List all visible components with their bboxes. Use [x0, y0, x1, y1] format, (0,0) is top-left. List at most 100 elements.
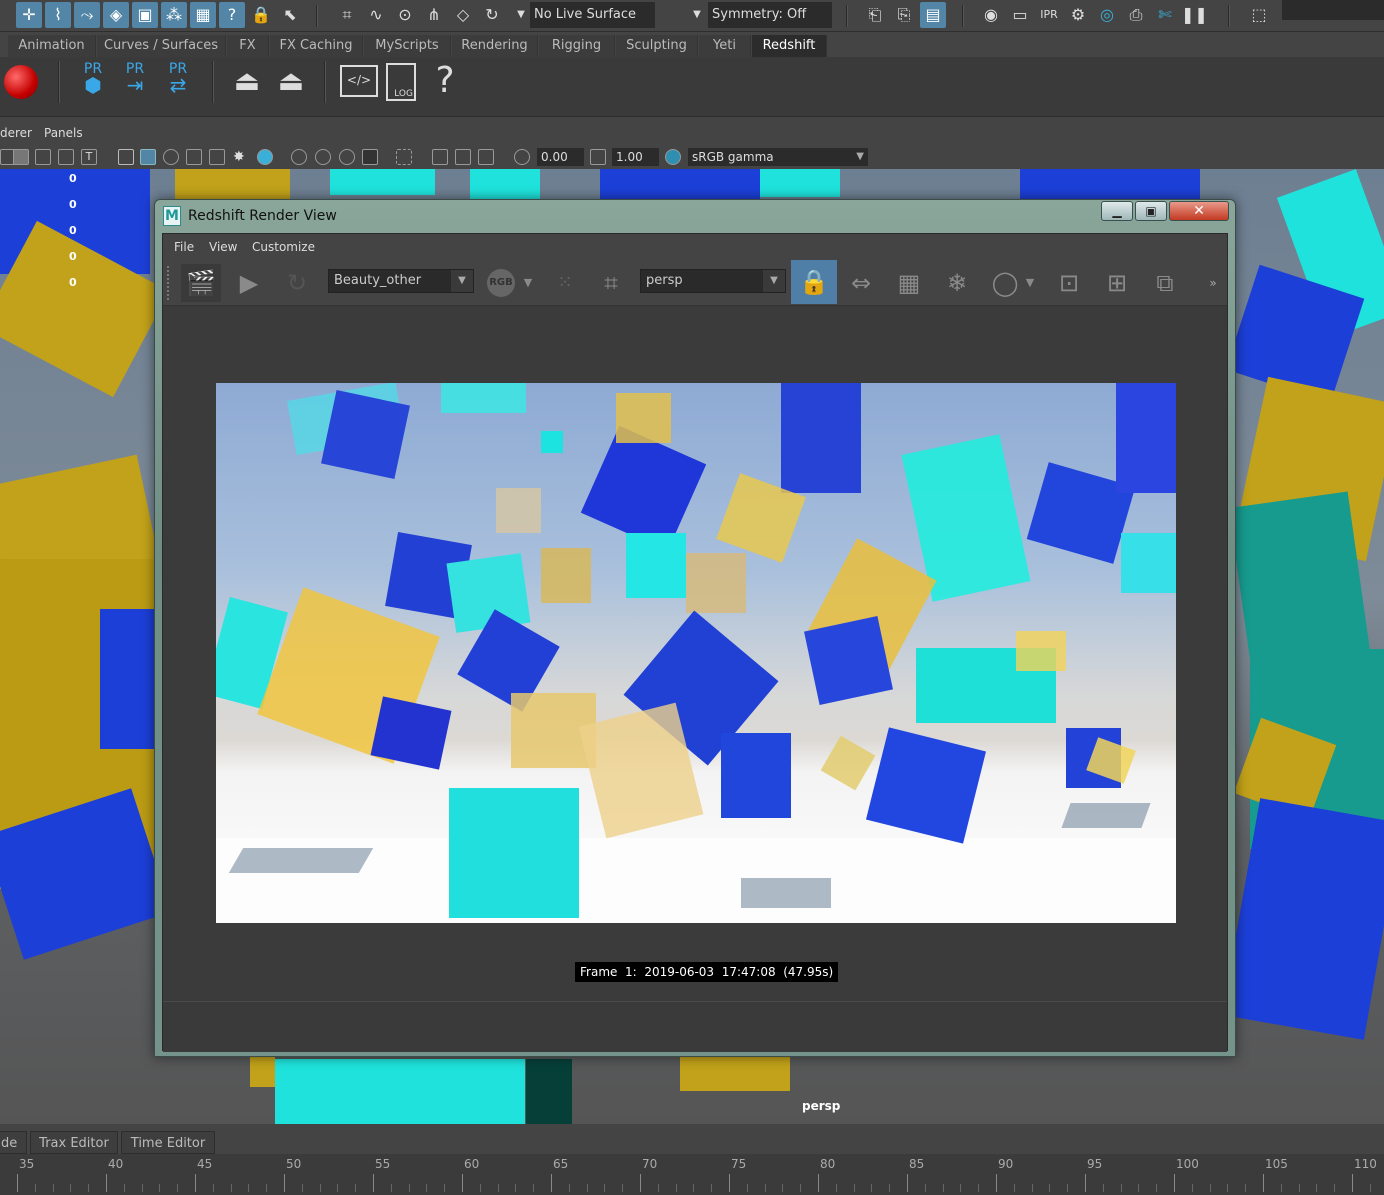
tab-trax-editor[interactable]: Trax Editor — [30, 1131, 118, 1154]
pr-render-button[interactable]: PR ⬢ — [76, 61, 110, 107]
maximize-button[interactable]: ▣ — [1135, 201, 1167, 221]
render-settings-icon[interactable]: ⚙ — [1065, 2, 1091, 28]
tab-mode[interactable]: de — [0, 1131, 27, 1154]
shelf-tab-redshift[interactable]: Redshift — [752, 35, 827, 57]
construction-history-icon[interactable]: ▤ — [920, 2, 946, 28]
record-icon[interactable] — [2, 61, 42, 107]
bake-icon[interactable]: ⏏ — [226, 61, 268, 107]
grid-tiles-icon[interactable]: ▦ — [893, 268, 925, 298]
depth-of-field-icon[interactable] — [362, 149, 378, 165]
play-icon[interactable]: ▶ — [233, 268, 265, 298]
lock-icon[interactable]: 🔒 — [248, 2, 274, 28]
log-icon[interactable]: LOG — [386, 61, 420, 107]
lock-camera-icon[interactable]: 🔒 — [791, 260, 837, 304]
toolbar-overflow-icon[interactable]: » — [1203, 268, 1223, 298]
chevron-down-icon[interactable]: ▼ — [684, 2, 710, 28]
tab-time-editor[interactable]: Time Editor — [121, 1131, 215, 1154]
render-batch-icon[interactable]: ⎙ — [1123, 2, 1149, 28]
render-view-icon[interactable]: ◉ — [978, 2, 1004, 28]
freeze-icon[interactable]: ❄ — [941, 268, 973, 298]
close-button[interactable]: ✕ — [1169, 201, 1229, 221]
component-mode-icon[interactable]: ▣ — [132, 2, 158, 28]
motion-blur-icon[interactable] — [315, 149, 331, 165]
render-stop-icon[interactable]: ✄ — [1152, 2, 1178, 28]
rgb-channel-icon[interactable]: RGB — [485, 268, 517, 298]
dots-grid-icon[interactable]: ⁙ — [549, 268, 581, 298]
shelf-tab-rigging[interactable]: Rigging — [539, 35, 615, 57]
pause-icon[interactable]: ❚❚ — [1181, 2, 1208, 28]
lasso-icon[interactable]: ⌇ — [45, 2, 71, 28]
text-icon[interactable]: T — [81, 149, 97, 165]
render-image[interactable] — [216, 383, 1176, 923]
shelf-tab-yeti[interactable]: Yeti — [699, 35, 751, 57]
chevron-down-icon[interactable]: ▼ — [519, 268, 537, 298]
object-mode-icon[interactable]: ⁂ — [161, 2, 187, 28]
menu-renderer[interactable]: derer — [0, 126, 32, 140]
sidebar-toggle-icon[interactable]: ⬚ — [1246, 2, 1272, 28]
xray-icon[interactable] — [432, 149, 448, 165]
symmetry-field[interactable]: Symmetry: Off — [708, 2, 832, 28]
paint-select-icon[interactable]: ⤳ — [74, 2, 100, 28]
chevron-down-icon[interactable]: ▼ — [1021, 268, 1039, 298]
xray-components-icon[interactable] — [478, 149, 494, 165]
help-icon[interactable]: ? — [428, 61, 462, 107]
input-ops-icon[interactable]: ⎗ — [862, 2, 888, 28]
pointer-icon[interactable]: ⬉ — [277, 2, 303, 28]
snap-surface-icon[interactable]: ↻ — [479, 2, 505, 28]
toolbar-grip[interactable] — [167, 266, 171, 300]
pr-sync-button[interactable]: PR ⇄ — [160, 61, 196, 107]
colorspace-select[interactable]: sRGB gamma ▼ — [688, 148, 868, 166]
isolate-select-icon[interactable] — [396, 149, 412, 165]
circle-icon[interactable]: ◯ — [989, 268, 1021, 298]
camera-icon[interactable] — [13, 149, 29, 165]
shadows-icon[interactable] — [257, 149, 273, 165]
snap-curve-icon[interactable]: ∿ — [363, 2, 389, 28]
menu-panels[interactable]: Panels — [44, 126, 83, 140]
copy-icon[interactable]: ⧉ — [1149, 268, 1181, 298]
shelf-tab-fx[interactable]: FX — [227, 35, 269, 57]
script-editor-icon[interactable]: </> — [340, 61, 380, 107]
menu-customize[interactable]: Customize — [252, 240, 315, 254]
help-select-icon[interactable]: ? — [219, 2, 245, 28]
crop-icon[interactable]: ⌗ — [595, 268, 627, 298]
bake-all-icon[interactable]: ⏏ — [270, 61, 312, 107]
wireframe-on-shaded-icon[interactable] — [163, 149, 179, 165]
minimize-button[interactable]: ▁ — [1101, 201, 1133, 221]
snapshot-camera-icon[interactable]: ⇔ — [845, 268, 877, 298]
snap-projected-icon[interactable]: ⋔ — [421, 2, 447, 28]
ambient-occlusion-icon[interactable] — [291, 149, 307, 165]
xray-joints-icon[interactable] — [455, 149, 471, 165]
render-current-icon[interactable]: ▭ — [1007, 2, 1033, 28]
shelf-tab-fx-caching[interactable]: FX Caching — [270, 35, 363, 57]
shelf-tab-animation[interactable]: Animation — [8, 35, 96, 57]
clapper-render-icon[interactable]: 🎬 — [181, 264, 221, 302]
image-plane-icon[interactable] — [58, 149, 74, 165]
anti-alias-icon[interactable] — [339, 149, 355, 165]
select-mode-icon[interactable]: ◈ — [103, 2, 129, 28]
shelf-tab-curves-surfaces[interactable]: Curves / Surfaces — [97, 35, 226, 57]
snap-point-icon[interactable]: ⊙ — [392, 2, 418, 28]
camera-select[interactable]: persp ▼ — [640, 269, 786, 293]
command-field[interactable] — [1282, 0, 1384, 20]
smooth-shade-icon[interactable] — [140, 149, 156, 165]
live-surface-field[interactable]: No Live Surface — [530, 2, 655, 28]
window-titlebar[interactable]: M Redshift Render View ▁ ▣ ✕ — [155, 200, 1235, 232]
image-icon[interactable]: ⊡ — [1053, 268, 1085, 298]
gamma-icon[interactable] — [590, 149, 606, 165]
pr-export-button[interactable]: PR ⇥ — [118, 61, 152, 107]
menu-file[interactable]: File — [174, 240, 194, 254]
textured-icon[interactable] — [186, 149, 202, 165]
snap-grid-icon[interactable]: ⌗ — [334, 2, 360, 28]
redshift-ipr-icon[interactable]: ◎ — [1094, 2, 1120, 28]
refresh-icon[interactable]: ↻ — [281, 268, 313, 298]
ipr-render-icon[interactable]: IPR — [1036, 2, 1062, 28]
checker-icon[interactable] — [209, 149, 225, 165]
snap-view-icon[interactable]: ◇ — [450, 2, 476, 28]
add-snapshot-icon[interactable]: ⊞ — [1101, 268, 1133, 298]
film-gate-icon[interactable] — [35, 149, 51, 165]
shelf-tab-myscripts[interactable]: MyScripts — [364, 35, 451, 57]
exposure-icon[interactable] — [514, 149, 530, 165]
wireframe-icon[interactable] — [118, 149, 134, 165]
aov-select[interactable]: Beauty_other ▼ — [328, 269, 474, 293]
select-filter-icon[interactable]: ▦ — [190, 2, 216, 28]
